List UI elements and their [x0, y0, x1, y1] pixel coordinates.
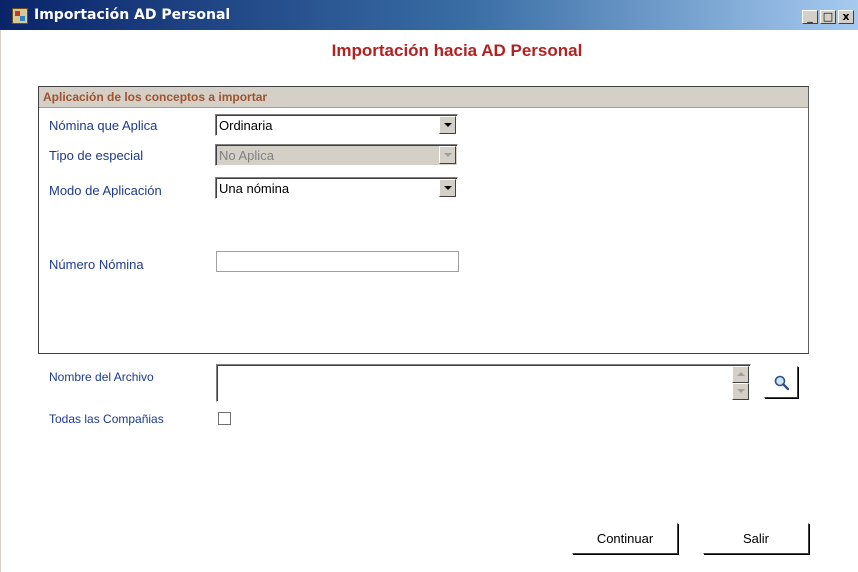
title-bar[interactable]: Importación AD Personal _ □ x — [0, 0, 858, 30]
scroll-up-icon[interactable] — [732, 366, 749, 383]
continue-button[interactable]: Continuar — [572, 523, 678, 554]
app-icon — [12, 8, 28, 24]
scrollbar[interactable] — [732, 366, 749, 400]
tipo-de-especial-label: Tipo de especial — [49, 148, 144, 163]
modo-de-aplicacion-label: Modo de Aplicación — [49, 183, 162, 198]
chevron-down-icon[interactable] — [439, 179, 456, 197]
modo-de-aplicacion-select[interactable]: Una nómina — [215, 177, 458, 199]
tipo-de-especial-select: No Aplica — [215, 144, 458, 166]
chevron-down-icon[interactable] — [439, 116, 456, 134]
maximize-button[interactable]: □ — [820, 10, 836, 24]
group-title: Aplicación de los conceptos a importar — [43, 90, 268, 104]
window-border — [0, 30, 8, 572]
group-header: Aplicación de los conceptos a importar — [39, 87, 808, 108]
all-companies-checkbox[interactable] — [218, 412, 231, 425]
page-title: Importación hacia AD Personal — [331, 41, 583, 60]
file-name-input[interactable] — [216, 364, 751, 402]
browse-file-button[interactable] — [764, 366, 798, 398]
chevron-down-icon — [439, 146, 456, 164]
numero-nomina-input[interactable] — [216, 251, 459, 272]
nomina-que-aplica-value: Ordinaria — [219, 118, 273, 133]
file-name-label: Nombre del Archivo — [49, 370, 154, 384]
window-title: Importación AD Personal — [34, 7, 231, 23]
scroll-down-icon[interactable] — [732, 383, 749, 400]
all-companies-label: Todas las Compañias — [49, 412, 164, 426]
nomina-que-aplica-select[interactable]: Ordinaria — [215, 114, 458, 136]
numero-nomina-label: Número Nómina — [49, 257, 144, 272]
magnifier-icon — [774, 375, 790, 391]
modo-de-aplicacion-value: Una nómina — [219, 181, 290, 196]
minimize-button[interactable]: _ — [802, 10, 818, 24]
import-window: Importación AD Personal _ □ x Importació… — [0, 0, 858, 572]
nomina-que-aplica-label: Nómina que Aplica — [49, 118, 158, 133]
tipo-de-especial-value: No Aplica — [219, 148, 274, 163]
exit-button[interactable]: Salir — [703, 523, 809, 554]
close-button[interactable]: x — [838, 10, 854, 24]
